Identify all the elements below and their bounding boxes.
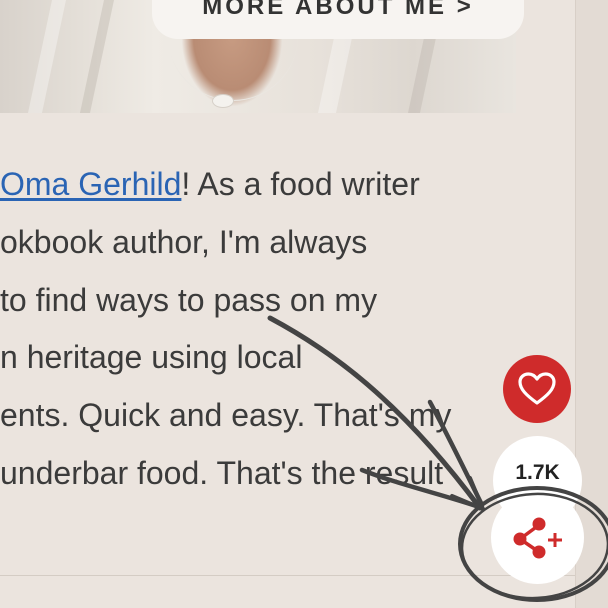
- intro-line-text: ! As a food writer: [181, 166, 420, 202]
- intro-line: Oma Gerhild! As a food writer: [0, 164, 420, 204]
- necklace-pendant: [212, 94, 234, 108]
- intro-line: okbook author, I'm always: [0, 224, 368, 260]
- intro-paragraph: Oma Gerhild! As a food writer okbook aut…: [0, 164, 570, 524]
- intro-line: to find ways to pass on my: [0, 282, 378, 318]
- intro-line: underbar food. That's the result: [0, 455, 444, 491]
- share-button[interactable]: [491, 491, 584, 584]
- intro-line: ents. Quick and easy. That's my: [0, 397, 452, 433]
- robe-fold: [27, 0, 67, 113]
- share-plus-icon: [513, 517, 562, 558]
- heart-icon: [518, 372, 556, 405]
- section-divider: [0, 575, 575, 576]
- like-button[interactable]: [503, 355, 571, 423]
- sidebar-strip: [575, 0, 608, 608]
- oma-gerhild-link[interactable]: Oma Gerhild: [0, 166, 181, 202]
- robe-fold: [79, 0, 115, 113]
- more-about-me-button[interactable]: MORE ABOUT ME >: [152, 0, 524, 39]
- intro-line: n heritage using local: [0, 339, 303, 375]
